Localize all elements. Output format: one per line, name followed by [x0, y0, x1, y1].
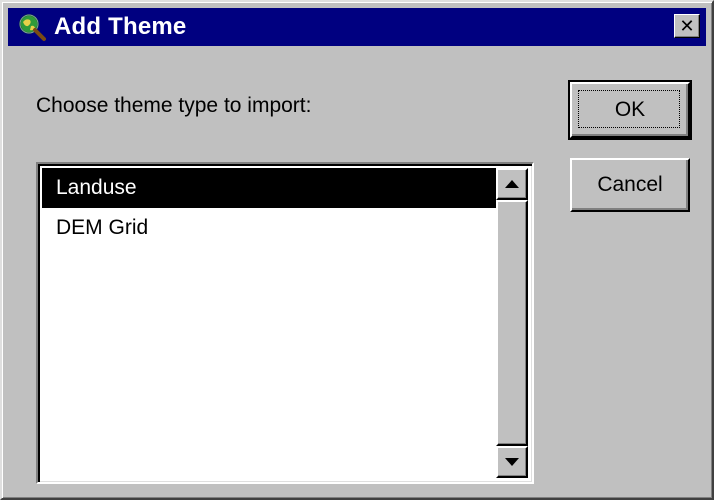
list-items: Landuse DEM Grid: [42, 168, 498, 248]
globe-magnifier-icon: [16, 11, 48, 43]
add-theme-dialog: Add Theme ✕ Choose theme type to import:…: [0, 0, 714, 500]
ok-button[interactable]: OK: [568, 80, 692, 140]
arrow-up-icon: [505, 175, 519, 193]
list-item-dem-grid[interactable]: DEM Grid: [42, 208, 498, 248]
close-icon: ✕: [679, 16, 695, 36]
scroll-up-button[interactable]: [496, 168, 528, 200]
cancel-button-label: Cancel: [597, 173, 663, 196]
arrow-down-icon: [505, 453, 519, 471]
list-item-landuse[interactable]: Landuse: [42, 168, 498, 208]
theme-type-listbox[interactable]: Landuse DEM Grid: [36, 162, 534, 484]
title-bar[interactable]: Add Theme ✕: [8, 8, 706, 46]
scroll-down-button[interactable]: [496, 446, 528, 478]
close-button[interactable]: ✕: [674, 14, 700, 38]
window-title: Add Theme: [54, 13, 187, 40]
vertical-scrollbar[interactable]: [496, 168, 528, 478]
scroll-thumb[interactable]: [496, 200, 528, 446]
prompt-label: Choose theme type to import:: [36, 94, 312, 117]
cancel-button[interactable]: Cancel: [570, 158, 690, 212]
focus-ring: [578, 90, 680, 128]
